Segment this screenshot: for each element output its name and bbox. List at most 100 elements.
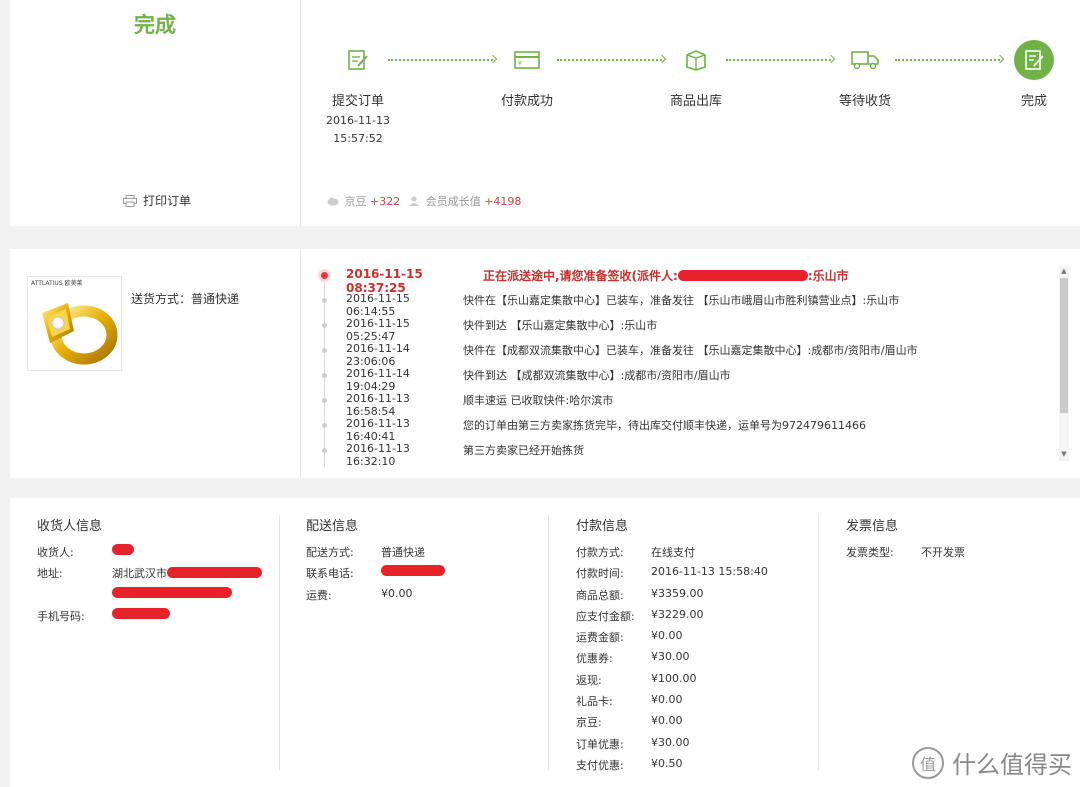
field-label: 应支付金额: <box>576 609 635 623</box>
tracking-scrollbar[interactable]: ▲ ▼ <box>1059 266 1069 461</box>
jingdou-label: 京豆 <box>344 195 367 208</box>
delivery-method: 送货方式：普通快递 <box>131 292 240 306</box>
event-time: 2016-11-15 08:37:25 <box>346 267 423 295</box>
field-label: 联系电话: <box>306 567 354 581</box>
field-label: 配送方式: <box>306 546 354 559</box>
consignee-phone-row: 手机号码: <box>37 607 277 629</box>
consignee-name-row: 收货人: <box>37 544 277 565</box>
field-value: ¥100.00 <box>651 671 697 685</box>
timeline-dot <box>322 398 327 403</box>
payment-row: 订单优惠: ¥30.00 <box>576 736 816 757</box>
consignee-address-row: 地址: 湖北武汉市 <box>37 565 277 586</box>
box-icon <box>676 40 716 80</box>
event-time: 2016-11-15 05:25:47 <box>346 317 410 343</box>
field-value: 2016-11-13 15:58:40 <box>651 565 768 579</box>
payment-row: 应支付金额: ¥3229.00 <box>576 608 816 629</box>
payment-title: 付款信息 <box>576 519 629 534</box>
field-value: 湖北武汉市 <box>112 565 262 581</box>
progress-connector <box>726 59 831 61</box>
progress-connector <box>895 59 1000 61</box>
payment-row: 商品总额: ¥3359.00 <box>576 587 816 608</box>
tracking-event: 2016-11-13 16:32:10 第三方卖家已经开始拣货 <box>311 442 1061 468</box>
payment-row: 返现: ¥100.00 <box>576 672 816 693</box>
field-label: 运费: <box>306 588 332 602</box>
print-order-link[interactable]: 打印订单 <box>123 192 191 209</box>
progress-connector <box>388 59 493 61</box>
invoice-title: 发票信息 <box>846 519 899 534</box>
shipping-title: 配送信息 <box>306 519 359 534</box>
address-city: 湖北武汉市 <box>112 567 167 581</box>
field-label: 商品总额: <box>576 588 624 602</box>
progress-connector <box>557 59 662 61</box>
consignee-info: 收货人信息 收货人: 地址: 湖北武汉市 手机号码: <box>37 515 277 629</box>
payment-row: 付款方式: 在线支付 <box>576 544 816 565</box>
field-value: ¥30.00 <box>651 650 690 664</box>
field-value: ¥0.00 <box>381 586 413 600</box>
shipping-method-row: 配送方式: 普通快递 <box>306 544 546 565</box>
field-value <box>112 607 170 621</box>
step-time: 15:57:52 <box>333 132 383 145</box>
step-awaiting-receipt: 等待收货 <box>825 40 905 109</box>
timeline-dot <box>322 448 327 453</box>
order-rewards: 京豆 +322 会员成长值 +4198 <box>327 193 521 209</box>
tracking-event: 2016-11-14 19:04:29 快件到达 【成都双流集散中心】:成都市/… <box>311 367 1061 393</box>
field-value: ¥0.00 <box>651 693 683 707</box>
scroll-up-icon[interactable]: ▲ <box>1059 266 1069 276</box>
redaction-mark <box>112 607 170 619</box>
svg-text:¥: ¥ <box>518 60 522 67</box>
growth-reward: 会员成长值 +4198 <box>408 193 521 209</box>
field-value: ¥0.00 <box>651 629 683 643</box>
order-info-panel: 收货人信息 收货人: 地址: 湖北武汉市 手机号码: 配送信息 配送方式: 普通… <box>10 498 1080 787</box>
field-label: 支付优惠: <box>576 758 624 772</box>
field-value <box>112 586 232 600</box>
jingdou-reward: 京豆 +322 <box>327 193 400 209</box>
timeline-dot <box>322 348 327 353</box>
shipping-info: 配送信息 配送方式: 普通快递 联系电话: 运费: ¥0.00 <box>306 515 546 608</box>
timeline-dot <box>322 373 327 378</box>
event-time: 2016-11-14 19:04:29 <box>346 367 410 393</box>
product-thumbnail[interactable]: ATTLATIUS 欧美莱 <box>27 276 122 371</box>
field-label: 收货人: <box>37 546 74 559</box>
event-time: 2016-11-14 23:06:06 <box>346 342 410 368</box>
field-label: 京豆: <box>576 716 602 730</box>
step-goods-out: 商品出库 <box>656 40 736 109</box>
edit-order-icon <box>338 40 378 80</box>
redaction-mark <box>381 565 445 577</box>
event-message: 正在派送途中,请您准备签收(派件人::乐山市 <box>483 267 849 284</box>
scrollbar-thumb[interactable] <box>1060 278 1068 413</box>
consignee-address-line2 <box>37 586 277 608</box>
field-value: ¥3359.00 <box>651 586 704 600</box>
event-message: 您的订单由第三方卖家拣货完毕，待出库交付顺丰快递，运单号为97247961146… <box>463 419 866 432</box>
payment-info: 付款信息 付款方式: 在线支付 付款时间: 2016-11-13 15:58:40 … <box>576 515 816 778</box>
jingdou-value: +322 <box>370 195 401 208</box>
payment-card-icon: ¥ <box>507 40 547 80</box>
step-date: 2016-11-13 <box>326 114 390 127</box>
complete-icon <box>1014 40 1054 80</box>
payment-row: 支付优惠: ¥0.50 <box>576 757 816 778</box>
field-value <box>112 544 134 557</box>
step-label: 商品出库 <box>669 94 722 109</box>
gold-ring-image <box>42 303 118 365</box>
redaction-mark <box>112 586 232 598</box>
scroll-down-icon[interactable]: ▼ <box>1059 449 1069 459</box>
event-message: 快件到达 【乐山嘉定集散中心】:乐山市 <box>463 319 658 332</box>
product-summary: ATTLATIUS 欧美莱 送货方式：普通快递 <box>10 249 301 478</box>
shipping-phone-row: 联系电话: <box>306 565 546 586</box>
event-message: 快件在【成都双流集散中心】已装车，准备发往 【乐山嘉定集散中心】:成都市/资阳市… <box>463 344 918 357</box>
event-message: 快件在【乐山嘉定集散中心】已装车，准备发往 【乐山市峨眉山市胜利镇营业点】:乐山… <box>463 294 900 307</box>
shipping-fee-row: 运费: ¥0.00 <box>306 587 546 608</box>
field-value <box>381 565 445 578</box>
watermark-text: 什么值得买 <box>952 751 1072 779</box>
tracking-event: 2016-11-13 16:58:54 顺丰速运 已收取快件:哈尔滨市 <box>311 392 1061 418</box>
timeline-dot-active <box>321 272 328 279</box>
field-label: 运费金额: <box>576 631 624 645</box>
invoice-info: 发票信息 发票类型: 不开发票 <box>846 515 1080 565</box>
invoice-type-row: 发票类型: 不开发票 <box>846 544 1080 565</box>
redaction-mark <box>677 270 808 281</box>
timeline-dot <box>322 323 327 328</box>
step-complete: 完成 <box>994 40 1074 109</box>
timeline-dot <box>322 298 327 303</box>
field-value: 普通快递 <box>381 546 425 559</box>
tracking-event: 2016-11-15 06:14:55 快件在【乐山嘉定集散中心】已装车，准备发… <box>311 292 1061 318</box>
payment-row: 礼品卡: ¥0.00 <box>576 693 816 714</box>
